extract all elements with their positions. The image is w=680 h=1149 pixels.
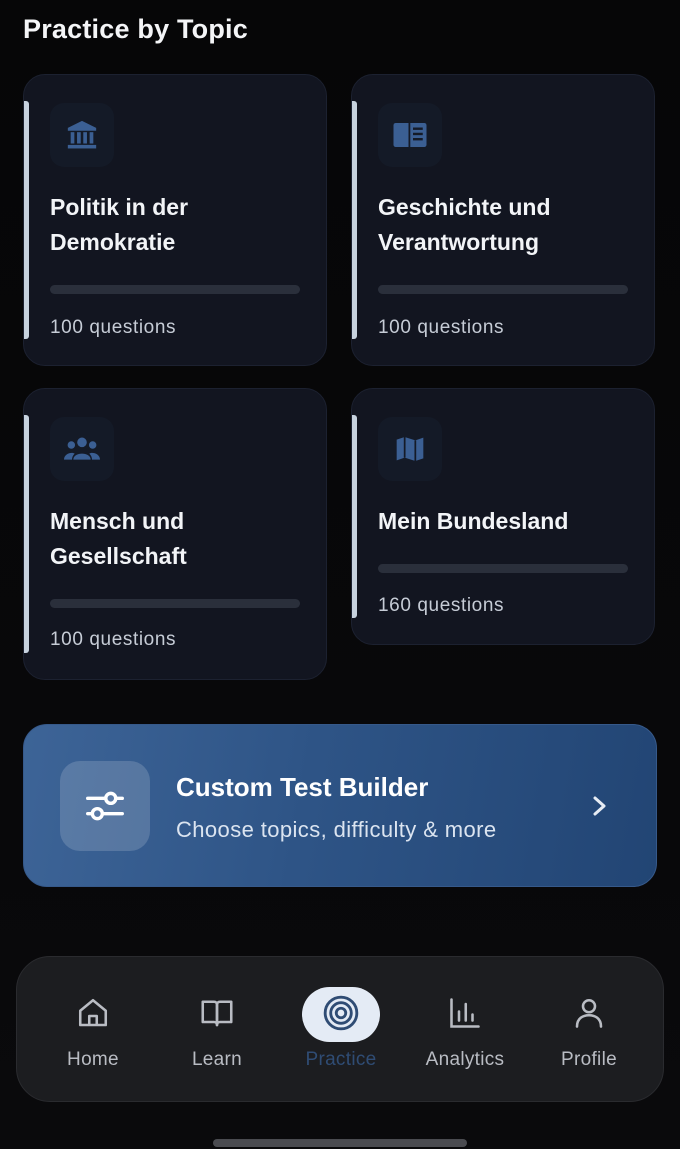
nav-item-profile[interactable]: Profile bbox=[529, 985, 649, 1081]
nav-label: Learn bbox=[191, 1049, 243, 1070]
practice-screen: Practice by Topic Politik in der Demokra… bbox=[0, 0, 680, 1149]
bottom-nav: Home Learn Practice Analytics Profile bbox=[16, 956, 664, 1102]
topic-progress-bar bbox=[378, 285, 628, 294]
topic-title: Politik in der Demokratie bbox=[50, 194, 189, 255]
custom-test-icon-box bbox=[60, 761, 150, 851]
target-icon bbox=[321, 993, 361, 1033]
nav-item-analytics[interactable]: Analytics bbox=[405, 985, 525, 1081]
book-open-icon bbox=[197, 993, 237, 1033]
user-icon bbox=[569, 993, 609, 1033]
topic-card-politik[interactable]: Politik in der Demokratie 100 questions bbox=[23, 74, 327, 366]
topic-question-count: 100 questions bbox=[50, 317, 177, 338]
section-title: Practice by Topic bbox=[23, 14, 248, 44]
nav-label: Profile bbox=[561, 1049, 617, 1070]
topic-progress-bar bbox=[50, 285, 300, 294]
bar-chart-icon bbox=[445, 993, 485, 1033]
map-icon bbox=[396, 437, 424, 461]
topic-progress-bar bbox=[50, 599, 300, 608]
nav-label: Home bbox=[67, 1049, 119, 1070]
card-icon-box bbox=[50, 417, 114, 481]
card-accent-bar bbox=[24, 415, 29, 653]
topic-progress-bar bbox=[378, 564, 628, 573]
custom-test-builder-button[interactable]: Custom Test Builder Choose topics, diffi… bbox=[23, 724, 657, 887]
topic-card-bundesland[interactable]: Mein Bundesland 160 questions bbox=[351, 388, 655, 645]
nav-label: Practice bbox=[305, 1049, 377, 1070]
card-accent-bar bbox=[24, 101, 29, 339]
chevron-right-icon bbox=[593, 796, 606, 816]
topic-question-count: 100 questions bbox=[378, 317, 505, 338]
card-icon-box bbox=[50, 103, 114, 167]
nav-item-practice[interactable]: Practice bbox=[281, 985, 401, 1081]
custom-test-title: Custom Test Builder bbox=[176, 772, 429, 802]
home-indicator[interactable] bbox=[213, 1139, 467, 1147]
card-accent-bar bbox=[352, 415, 357, 618]
card-icon-box bbox=[378, 103, 442, 167]
card-accent-bar bbox=[352, 101, 357, 339]
nav-item-home[interactable]: Home bbox=[33, 985, 153, 1081]
topic-title: Mensch und Gesellschaft bbox=[50, 508, 187, 569]
custom-test-subtitle: Choose topics, difficulty & more bbox=[176, 817, 497, 842]
topic-title: Geschichte und Verantwortung bbox=[378, 194, 551, 255]
building-columns-icon bbox=[67, 120, 97, 149]
nav-label: Analytics bbox=[425, 1049, 505, 1070]
book-icon bbox=[393, 123, 427, 147]
people-group-icon bbox=[64, 437, 100, 460]
sliders-icon bbox=[86, 791, 124, 821]
topic-card-geschichte[interactable]: Geschichte und Verantwortung 100 questio… bbox=[351, 74, 655, 366]
card-icon-box bbox=[378, 417, 442, 481]
topic-question-count: 160 questions bbox=[378, 595, 505, 616]
nav-item-learn[interactable]: Learn bbox=[157, 985, 277, 1081]
topic-card-mensch[interactable]: Mensch und Gesellschaft 100 questions bbox=[23, 388, 327, 680]
topic-title: Mein Bundesland bbox=[378, 508, 569, 534]
topic-question-count: 100 questions bbox=[50, 629, 177, 650]
home-icon bbox=[73, 993, 113, 1033]
